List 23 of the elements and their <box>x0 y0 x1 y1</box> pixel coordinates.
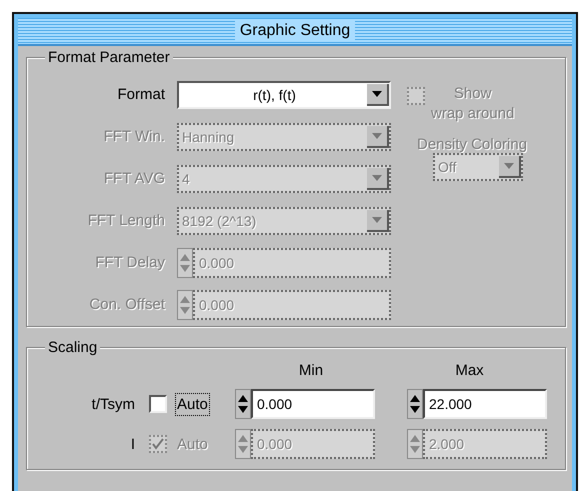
checkbox-label: Auto <box>175 392 210 416</box>
checkbox-label: Show <box>454 84 492 104</box>
window-title: Graphic Setting <box>234 20 356 42</box>
column-header: Max <box>454 362 485 379</box>
checkbox-label: wrap around <box>431 104 514 124</box>
number-field[interactable]: 0.000 <box>251 389 375 419</box>
field-label: Density Coloring <box>417 136 528 153</box>
number-field[interactable]: 22.000 <box>423 389 547 419</box>
field-label: FFT Length <box>86 212 165 229</box>
field-label: Con. Offset <box>88 296 165 313</box>
spinner-arrows-icon[interactable] <box>407 389 423 419</box>
row-label: I <box>130 436 136 452</box>
field-label: Format <box>116 86 165 103</box>
spinner-arrows-icon[interactable] <box>235 389 251 419</box>
dropdown[interactable]: r(t), f(t) <box>177 80 391 108</box>
field-label: FFT Win. <box>102 128 165 145</box>
checkbox-label: Auto <box>176 434 209 454</box>
group-title: Scaling <box>45 339 100 356</box>
field-label: FFT AVG <box>102 170 165 187</box>
column-header: Min <box>298 362 324 379</box>
field-label: FFT Delay <box>94 254 165 271</box>
row-label: t/Tsym <box>90 396 136 412</box>
checkbox[interactable] <box>149 395 167 413</box>
